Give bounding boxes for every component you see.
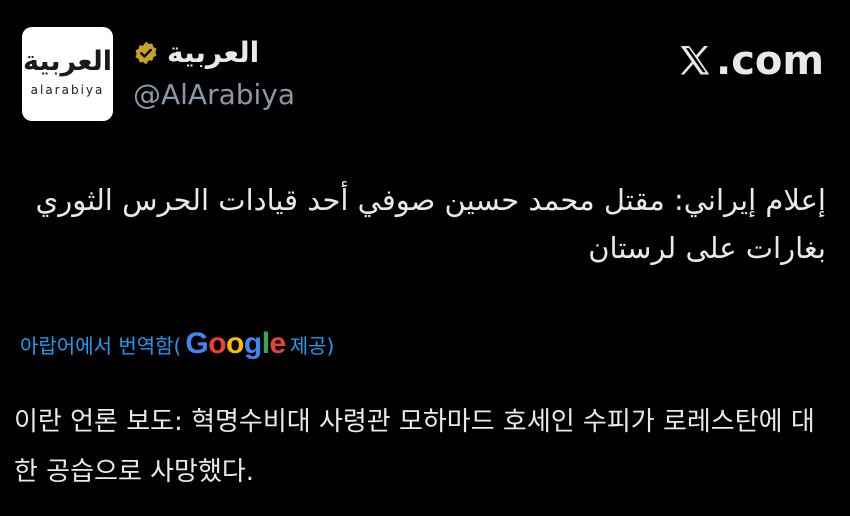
google-letter: G xyxy=(185,327,209,360)
display-name[interactable]: العربية xyxy=(167,38,259,68)
logo-latin: alarabiya xyxy=(30,82,105,97)
translation-prefix: 아랍어에서 번역함( xyxy=(20,333,182,358)
avatar[interactable]: العربية alarabiya xyxy=(22,27,113,121)
name-row: العربية xyxy=(133,38,259,68)
google-letter: e xyxy=(269,327,287,360)
translation-suffix: 제공) xyxy=(289,333,335,358)
google-letter: o xyxy=(208,327,227,360)
account-handle[interactable]: @AlArabiya xyxy=(133,78,295,111)
google-letter: l xyxy=(261,327,270,360)
site-label: .com xyxy=(676,38,824,84)
site-domain: .com xyxy=(716,38,825,84)
x-logo-icon xyxy=(680,45,710,75)
google-logo: Google xyxy=(185,327,287,361)
tweet-arabic-text: إعلام إيراني: مقتل محمد حسين صوفي أحد قي… xyxy=(35,183,826,265)
google-letter: g xyxy=(243,327,262,360)
tweet-translated-text: 이란 언론 보도: 혁명수비대 사령관 모하마드 호세인 수피가 로레스탄에 대… xyxy=(14,407,815,487)
logo-arabic: العربية xyxy=(23,45,112,77)
google-letter: o xyxy=(226,327,244,360)
verified-badge-icon xyxy=(135,41,157,65)
translation-attribution[interactable]: 아랍어에서 번역함( Google 제공) xyxy=(20,327,334,361)
